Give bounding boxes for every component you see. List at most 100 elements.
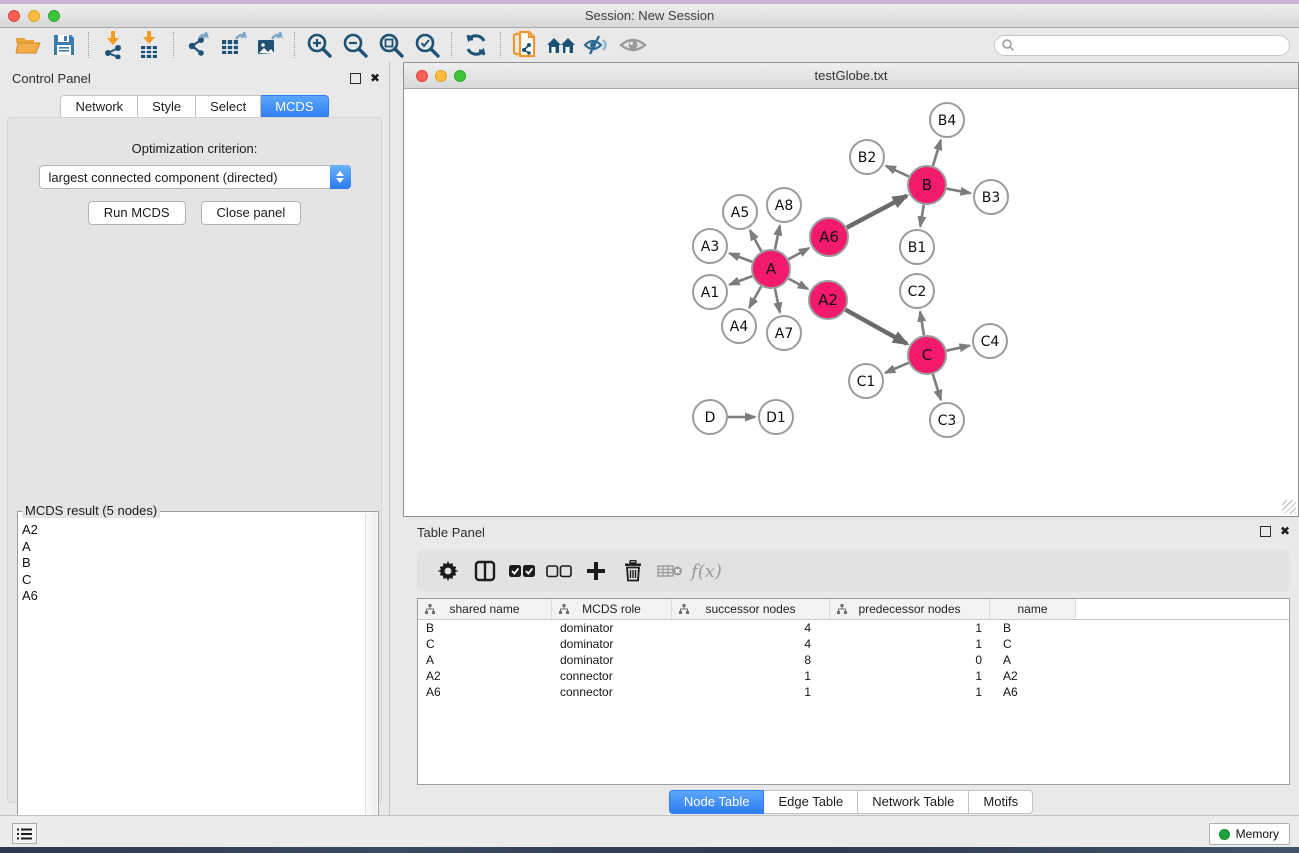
delete-column-button[interactable] <box>614 555 651 587</box>
tab-mcds[interactable]: MCDS <box>261 95 328 119</box>
export-image-button[interactable] <box>252 30 288 60</box>
export-network-button[interactable] <box>180 30 216 60</box>
graph-edge-A-A2[interactable] <box>789 279 808 289</box>
tab-node-table[interactable]: Node Table <box>669 790 765 814</box>
table-cell[interactable]: dominator <box>552 620 672 636</box>
table-cell[interactable]: A <box>418 652 552 668</box>
table-settings-button[interactable] <box>429 555 466 587</box>
float-panel-button[interactable] <box>347 70 363 86</box>
save-session-button[interactable] <box>46 30 82 60</box>
column-header-predecessor-nodes[interactable]: predecessor nodes <box>830 599 990 619</box>
table-cell[interactable]: 4 <box>672 620 830 636</box>
table-row[interactable]: Adominator80A <box>418 652 1289 668</box>
table-cell[interactable]: 1 <box>672 668 830 684</box>
search-field[interactable] <box>994 35 1290 56</box>
table-cell[interactable]: connector <box>552 668 672 684</box>
table-cell[interactable]: 1 <box>830 668 990 684</box>
table-cell[interactable]: connector <box>552 684 672 700</box>
table-cell[interactable]: A6 <box>418 684 552 700</box>
deselect-all-checkboxes-button[interactable] <box>540 555 577 587</box>
zoom-out-button[interactable] <box>337 30 373 60</box>
graph-edge-B-B4[interactable] <box>933 140 941 166</box>
tab-edge-table[interactable]: Edge Table <box>764 790 858 814</box>
memory-button[interactable]: Memory <box>1209 823 1290 845</box>
graph-edge-C-C3[interactable] <box>933 374 941 400</box>
import-network-button[interactable] <box>95 30 131 60</box>
table-row[interactable]: A6connector11A6 <box>418 684 1289 700</box>
table-cell[interactable]: A2 <box>418 668 552 684</box>
graph-edge-B-B1[interactable] <box>920 205 924 227</box>
tab-network[interactable]: Network <box>60 95 138 119</box>
tab-style[interactable]: Style <box>138 95 196 119</box>
mcds-result-item[interactable]: B <box>20 555 364 572</box>
mcds-result-item[interactable]: A <box>20 539 364 556</box>
table-cell[interactable]: B <box>418 620 552 636</box>
table-cell[interactable]: A <box>990 652 1076 668</box>
table-cell[interactable]: 0 <box>830 652 990 668</box>
table-cell[interactable]: C <box>990 636 1076 652</box>
network-canvas[interactable]: B4B2BB3A8A5A6A3B1AA1C2A2A4A7C4CC1C3DD1 <box>404 89 1298 516</box>
column-header-mcds-role[interactable]: MCDS role <box>552 599 672 619</box>
table-cell[interactable]: A6 <box>990 684 1076 700</box>
tab-motifs[interactable]: Motifs <box>969 790 1033 814</box>
graph-edge-B-B2[interactable] <box>886 166 909 177</box>
tab-network-table[interactable]: Network Table <box>858 790 969 814</box>
graph-edge-C-C1[interactable] <box>885 363 908 373</box>
table-cell[interactable]: B <box>990 620 1076 636</box>
column-header-shared-name[interactable]: shared name <box>418 599 552 619</box>
graph-edge-A2-C[interactable] <box>846 310 907 344</box>
table-cell[interactable]: 4 <box>672 636 830 652</box>
float-table-panel-button[interactable] <box>1257 523 1273 539</box>
import-table-button[interactable] <box>131 30 167 60</box>
open-session-button[interactable] <box>10 30 46 60</box>
table-cell[interactable]: dominator <box>552 652 672 668</box>
close-panel-button-mcds[interactable]: Close panel <box>201 201 302 225</box>
split-columns-button[interactable] <box>466 555 503 587</box>
select-all-checkboxes-button[interactable] <box>503 555 540 587</box>
table-cell[interactable]: 1 <box>830 636 990 652</box>
graph-edge-B-B3[interactable] <box>947 189 971 193</box>
table-cell[interactable]: A2 <box>990 668 1076 684</box>
refresh-button[interactable] <box>458 30 494 60</box>
close-panel-button[interactable]: ✖ <box>367 70 383 86</box>
show-panels-button[interactable] <box>615 30 651 60</box>
tab-select[interactable]: Select <box>196 95 261 119</box>
table-cell[interactable]: 8 <box>672 652 830 668</box>
function-builder-button[interactable]: f(x) <box>688 555 725 587</box>
delete-table-button[interactable] <box>651 555 688 587</box>
graph-edge-A-A6[interactable] <box>789 248 809 259</box>
close-table-panel-button[interactable]: ✖ <box>1277 523 1293 539</box>
table-row[interactable]: Bdominator41B <box>418 620 1289 636</box>
task-history-button[interactable] <box>12 823 37 844</box>
result-scrollbar[interactable] <box>365 513 377 847</box>
export-table-button[interactable] <box>216 30 252 60</box>
graph-edge-A6-B[interactable] <box>847 196 907 228</box>
graph-edge-C-C4[interactable] <box>947 346 970 351</box>
zoom-selected-button[interactable] <box>409 30 445 60</box>
home-button[interactable] <box>543 30 579 60</box>
mcds-result-item[interactable]: C <box>20 572 364 589</box>
table-row[interactable]: Cdominator41C <box>418 636 1289 652</box>
mcds-result-item[interactable]: A2 <box>20 522 364 539</box>
column-header-name[interactable]: name <box>990 599 1076 619</box>
graph-edge-C-C2[interactable] <box>920 312 924 336</box>
graph-edge-A-A5[interactable] <box>750 230 761 251</box>
clone-network-button[interactable] <box>507 30 543 60</box>
search-input[interactable] <box>1015 37 1289 54</box>
graph-edge-A-A4[interactable] <box>749 286 761 307</box>
table-cell[interactable]: 1 <box>830 684 990 700</box>
table-cell[interactable]: 1 <box>830 620 990 636</box>
mcds-result-list[interactable]: A2ABCA6 <box>20 522 364 846</box>
criterion-dropdown[interactable]: largest connected component (directed) <box>39 165 351 189</box>
graph-edge-A-A3[interactable] <box>730 253 753 262</box>
graph-edge-A-A8[interactable] <box>775 226 780 250</box>
run-mcds-button[interactable]: Run MCDS <box>88 201 186 225</box>
session-titlebar[interactable]: Session: New Session <box>0 4 1299 28</box>
graph-edge-A-A7[interactable] <box>775 289 780 313</box>
table-cell[interactable]: C <box>418 636 552 652</box>
table-cell[interactable]: dominator <box>552 636 672 652</box>
mcds-result-item[interactable]: A6 <box>20 588 364 605</box>
graph-edge-A-A1[interactable] <box>730 276 753 285</box>
column-header-successor-nodes[interactable]: successor nodes <box>672 599 830 619</box>
add-column-button[interactable] <box>577 555 614 587</box>
